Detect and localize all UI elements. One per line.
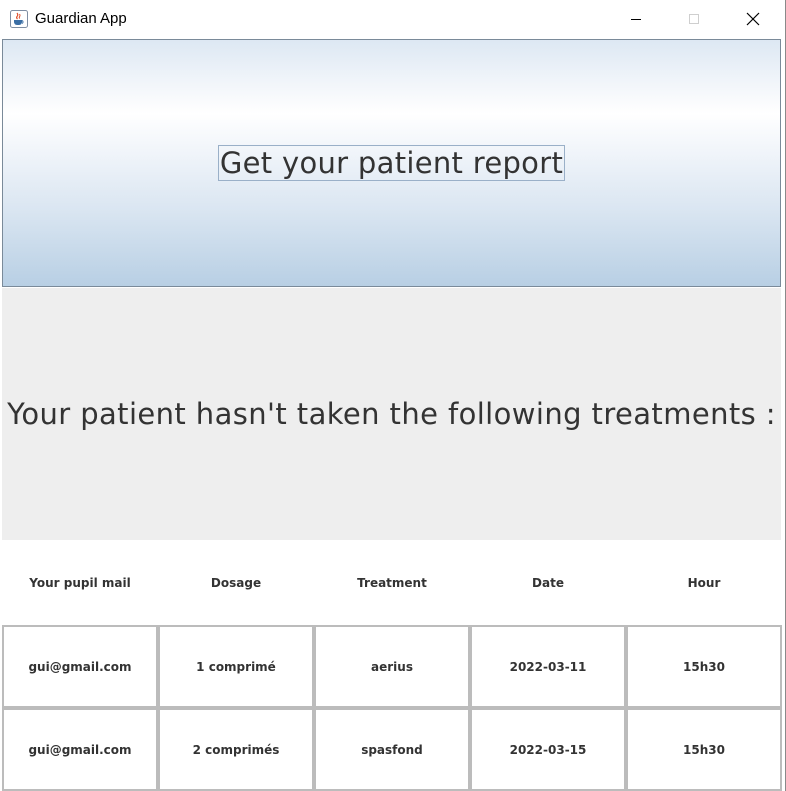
cell-pupil-mail[interactable]: gui@gmail.com: [2, 625, 158, 708]
java-cup-icon: [10, 10, 28, 28]
header-treatment: Treatment: [357, 575, 427, 590]
cell-hour[interactable]: 15h30: [626, 708, 782, 791]
minimize-button[interactable]: [607, 0, 665, 38]
cell-dosage[interactable]: 1 comprimé: [158, 625, 314, 708]
missed-treatments-message: Your patient hasn't taken the following …: [7, 397, 776, 431]
cell-hour[interactable]: 15h30: [626, 625, 782, 708]
close-button[interactable]: [724, 0, 782, 38]
cell-date[interactable]: 2022-03-11: [470, 625, 626, 708]
get-report-button[interactable]: Get your patient report: [2, 39, 781, 287]
cell-treatment[interactable]: aerius: [314, 625, 470, 708]
header-dosage: Dosage: [210, 575, 262, 590]
window-title: Guardian App: [35, 10, 127, 27]
maximize-icon: [689, 14, 699, 24]
table-row[interactable]: gui@gmail.com 2 comprimés spasfond 2022-…: [2, 708, 782, 791]
cell-treatment[interactable]: spasfond: [314, 708, 470, 791]
header-hour: Hour: [687, 575, 721, 590]
header-pupil-mail: Your pupil mail: [29, 575, 131, 590]
treatments-table: Your pupil mail Dosage Treatment Date Ho…: [2, 540, 782, 791]
app-window: Guardian App Get your patient report You…: [0, 0, 786, 791]
cell-date[interactable]: 2022-03-15: [470, 708, 626, 791]
table-header: Your pupil mail Dosage Treatment Date Ho…: [2, 540, 782, 625]
header-date: Date: [532, 575, 564, 590]
cell-dosage[interactable]: 2 comprimés: [158, 708, 314, 791]
cell-pupil-mail[interactable]: gui@gmail.com: [2, 708, 158, 791]
maximize-button[interactable]: [665, 0, 723, 38]
title-bar[interactable]: Guardian App: [0, 0, 785, 38]
minimize-icon: [631, 19, 641, 20]
table-row[interactable]: gui@gmail.com 1 comprimé aerius 2022-03-…: [2, 625, 782, 708]
get-report-button-label: Get your patient report: [217, 145, 566, 181]
close-icon: [746, 12, 760, 26]
message-panel: Your patient hasn't taken the following …: [2, 288, 781, 540]
